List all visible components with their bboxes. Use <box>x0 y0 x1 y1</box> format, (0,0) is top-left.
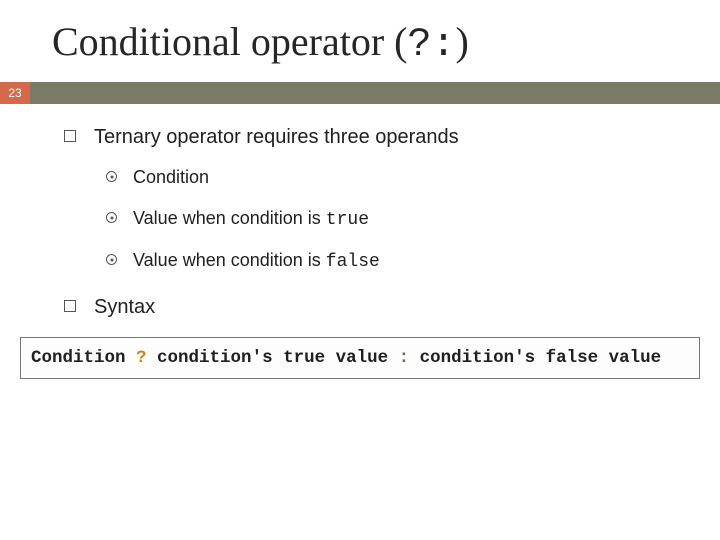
sub-bullet-prefix: Value when condition is <box>133 250 326 270</box>
slide-body: Ternary operator requires three operands… <box>0 104 720 319</box>
code-false: false <box>326 252 380 272</box>
sub-bullet-text: Value when condition is false <box>133 250 380 272</box>
sub-bullet-text: Condition <box>133 167 209 188</box>
title-question-mark: ? <box>407 23 431 68</box>
circle-bullet-icon <box>106 212 117 223</box>
code-true: true <box>326 210 369 230</box>
bullet-text: Ternary operator requires three operands <box>94 126 459 149</box>
slide-title: Conditional operator (?:) <box>0 0 720 82</box>
bullet-level2: Value when condition is false <box>106 250 720 272</box>
title-colon: : <box>431 23 455 68</box>
page-number-badge: 23 <box>0 82 30 104</box>
bullet-level2: Value when condition is true <box>106 208 720 230</box>
slide: Conditional operator (?:) 23 Ternary ope… <box>0 0 720 540</box>
sub-bullet-text: Value when condition is true <box>133 208 369 230</box>
square-bullet-icon <box>64 300 76 312</box>
bullet-level2: Condition <box>106 167 720 188</box>
title-prefix: Conditional operator ( <box>52 19 407 64</box>
bullet-level1: Syntax <box>64 296 720 319</box>
divider-bar: 23 <box>0 82 720 104</box>
circle-bullet-icon <box>106 171 117 182</box>
circle-bullet-icon <box>106 254 117 265</box>
square-bullet-icon <box>64 130 76 142</box>
syntax-question-mark: ? <box>136 348 147 368</box>
sub-bullet-prefix: Value when condition is <box>133 208 326 228</box>
title-suffix: ) <box>456 19 469 64</box>
syntax-true-value: condition's true value <box>147 348 399 368</box>
sub-bullet-group: Condition Value when condition is true V… <box>64 167 720 272</box>
bullet-level1: Ternary operator requires three operands <box>64 126 720 149</box>
syntax-false-value: condition's false value <box>409 348 661 368</box>
syntax-colon: : <box>399 348 410 368</box>
bullet-text: Syntax <box>94 296 155 319</box>
syntax-box: Condition ? condition's true value : con… <box>20 337 700 379</box>
syntax-condition: Condition <box>31 348 136 368</box>
